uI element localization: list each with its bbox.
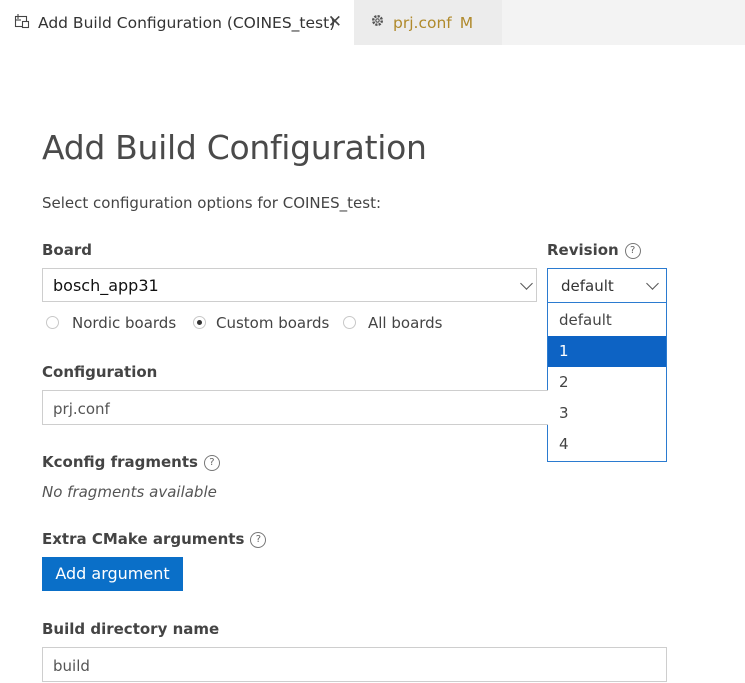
board-label: Board — [42, 241, 92, 259]
kconfig-label: Kconfig fragments? — [42, 453, 220, 471]
configuration-value: prj.conf — [53, 400, 110, 418]
tab-add-build-configuration[interactable]: Add Build Configuration (COINES_test) ✕ — [0, 0, 354, 45]
radio-all-boards[interactable] — [343, 316, 356, 329]
add-argument-button[interactable]: Add argument — [42, 557, 183, 591]
page-title: Add Build Configuration — [42, 128, 427, 167]
configuration-select[interactable]: prj.conf — [42, 390, 548, 425]
tab-label: Add Build Configuration (COINES_test) — [38, 13, 336, 32]
cmake-label: Extra CMake arguments? — [42, 530, 267, 548]
configuration-label: Configuration — [42, 363, 158, 381]
board-select-value: bosch_app31 — [53, 276, 159, 295]
revision-option[interactable]: 2 — [548, 367, 666, 398]
build-directory-input[interactable]: build — [42, 647, 667, 682]
help-icon[interactable]: ? — [250, 532, 267, 548]
cmake-label-text: Extra CMake arguments — [42, 530, 245, 548]
modified-indicator: M — [459, 13, 474, 32]
tab-label: prj.conf — [393, 13, 452, 32]
tab-bar: Add Build Configuration (COINES_test) ✕ … — [0, 0, 745, 45]
revision-label-text: Revision — [547, 241, 619, 259]
board-select[interactable]: bosch_app31 — [42, 268, 537, 302]
kconfig-empty-text: No fragments available — [42, 483, 217, 501]
radio-label: Custom boards — [216, 314, 330, 332]
chevron-down-icon — [520, 277, 533, 290]
revision-label: Revision? — [547, 241, 641, 259]
help-icon[interactable]: ? — [624, 243, 641, 259]
help-icon[interactable]: ? — [203, 455, 220, 471]
revision-option[interactable]: 4 — [548, 429, 666, 460]
build-directory-label: Build directory name — [42, 620, 220, 638]
revision-option[interactable]: 3 — [548, 398, 666, 429]
radio-label: Nordic boards — [72, 314, 177, 332]
radio-nordic-boards[interactable] — [46, 316, 59, 329]
page-subtitle: Select configuration options for COINES_… — [42, 194, 382, 212]
revision-option[interactable]: default — [548, 305, 666, 336]
revision-dropdown: default 1 2 3 4 — [547, 303, 667, 462]
tab-prj-conf[interactable]: prj.conf M — [354, 0, 502, 45]
revision-option-selected[interactable]: 1 — [548, 336, 666, 367]
chevron-down-icon — [646, 277, 659, 290]
revision-select[interactable]: default — [547, 268, 667, 303]
radio-label: All boards — [368, 314, 443, 332]
close-icon[interactable]: ✕ — [328, 12, 342, 32]
revision-select-value: default — [561, 277, 614, 295]
radio-custom-boards[interactable] — [193, 316, 206, 329]
kconfig-label-text: Kconfig fragments — [42, 453, 198, 471]
build-config-icon — [14, 13, 30, 33]
gear-icon — [370, 13, 385, 32]
build-directory-value: build — [53, 657, 90, 675]
